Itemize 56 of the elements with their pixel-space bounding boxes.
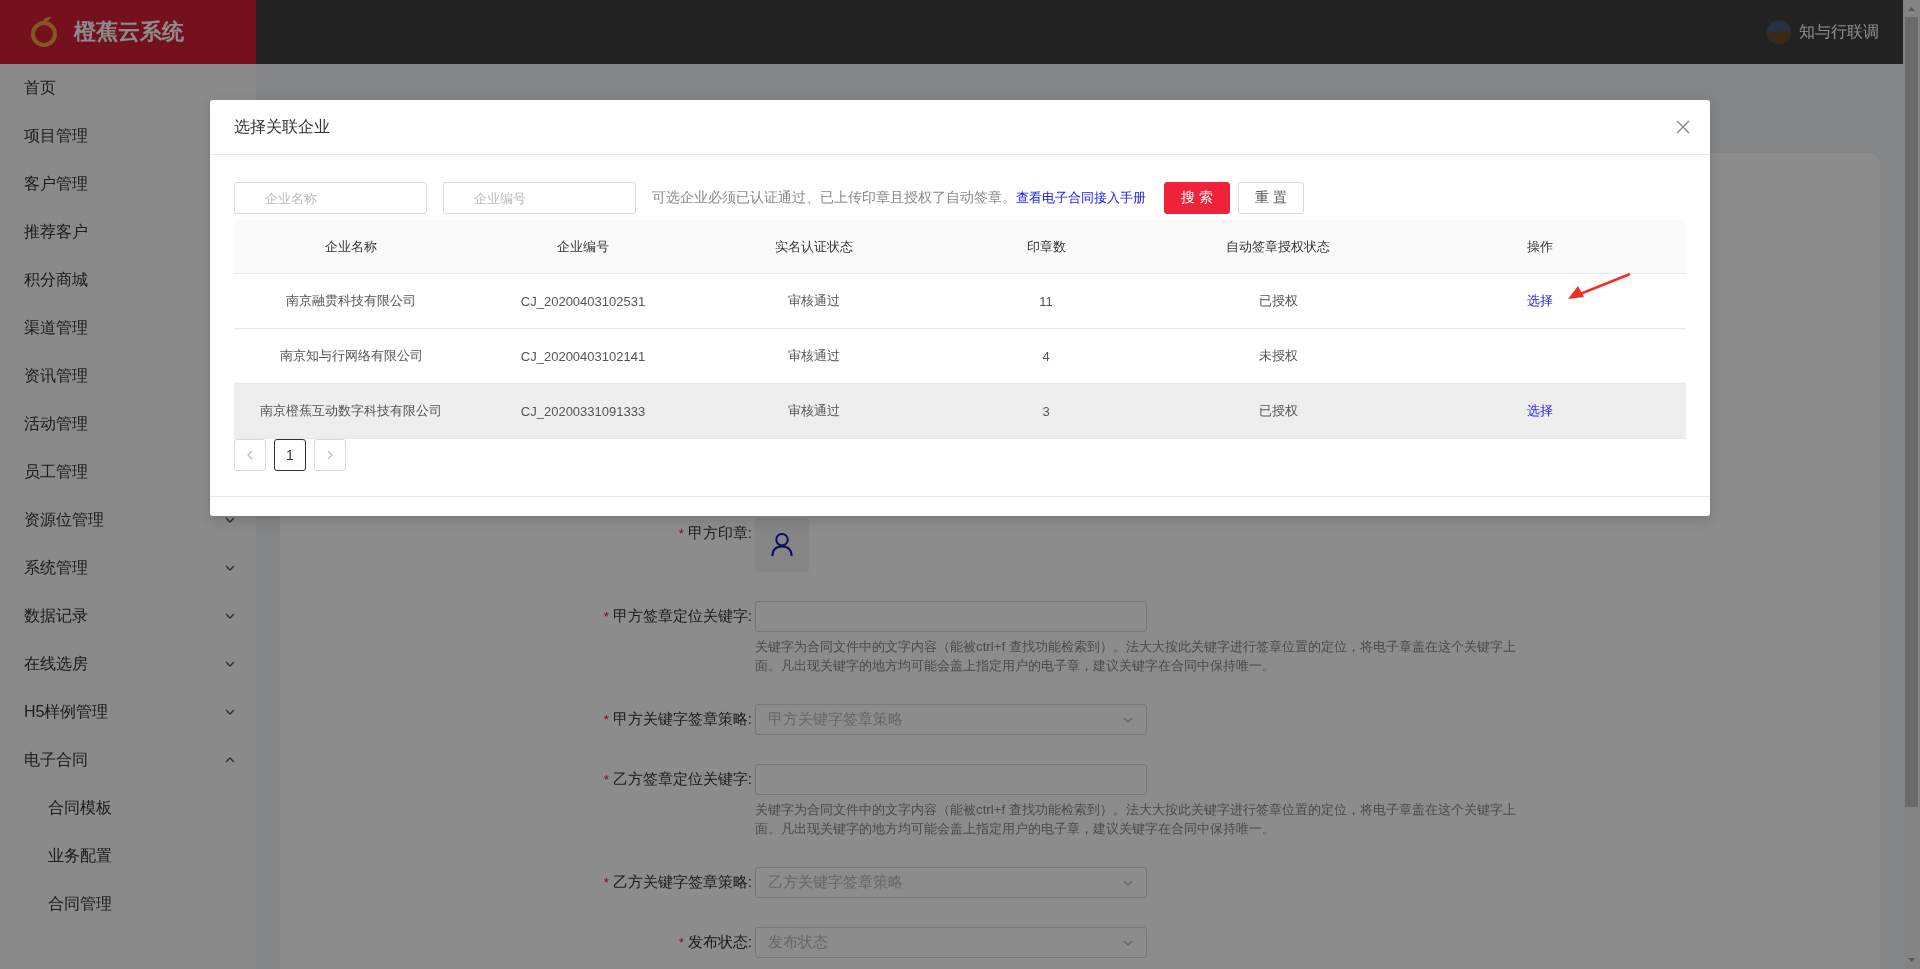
table-cell: 4	[1042, 348, 1050, 364]
column-header: 企业名称	[234, 220, 468, 274]
sidebar-item[interactable]: 在线选房	[0, 640, 256, 688]
table-cell: 已授权	[1258, 292, 1298, 310]
table-cell: 11	[1039, 293, 1053, 309]
sidebar-item[interactable]: 电子合同	[0, 736, 256, 784]
column-header: 操作	[1394, 220, 1686, 274]
user-name[interactable]: 知与行联调	[1799, 21, 1879, 43]
sidebar-item[interactable]: 系统管理	[0, 544, 256, 592]
dialog-title: 选择关联企业	[234, 116, 330, 137]
avatar[interactable]	[1767, 20, 1791, 44]
sidebar-subitem[interactable]: 合同模板	[0, 784, 256, 832]
search-field[interactable]: 企业名称	[234, 182, 427, 214]
column-header: 企业编号	[468, 220, 698, 274]
table-cell: 已授权	[1258, 402, 1298, 420]
field-label: * 甲方关键字签章策略:	[602, 709, 753, 729]
sidebar-subitem[interactable]: 业务配置	[0, 832, 256, 880]
sidebar-item[interactable]: H5样例管理	[0, 688, 256, 736]
table-cell: 南京知与行网络有限公司	[279, 347, 423, 365]
manual-link[interactable]: 查看电子合同接入手册	[1016, 189, 1146, 207]
next-page-button[interactable]	[314, 439, 346, 471]
column-header: 自动签章授权状态	[1162, 220, 1394, 274]
table-cell: 审核通过	[788, 347, 840, 365]
field-label: * 乙方签章定位关键字:	[602, 769, 753, 789]
app-logo-text: 橙蕉云系统	[74, 18, 184, 46]
field-label: * 乙方关键字签章策略:	[602, 872, 753, 892]
sidebar-item[interactable]: 资源位管理	[0, 496, 256, 544]
field-label: * 甲方签章定位关键字:	[602, 606, 753, 626]
table-cell: 南京融贯科技有限公司	[286, 292, 416, 310]
field-label: * 发布状态:	[677, 932, 753, 952]
sidebar-item[interactable]: 数据记录	[0, 592, 256, 640]
field-label: * 甲方印章:	[677, 523, 753, 543]
page-button[interactable]: 1	[274, 439, 306, 471]
select-link[interactable]: 选择	[1527, 292, 1553, 310]
sidebar-subitem[interactable]: 合同管理	[0, 880, 256, 928]
seal-upload[interactable]	[755, 518, 809, 572]
table-cell: CJ_20200403102531	[520, 293, 646, 309]
table-cell: 南京橙蕉互动数字科技有限公司	[260, 402, 442, 420]
arrow-annotation	[1568, 272, 1631, 299]
column-header: 印章数	[930, 220, 1162, 274]
hint-text: 可选企业必须已认证通过、已上传印章且授权了自动签章。	[652, 189, 1016, 207]
column-header: 实名认证状态	[698, 220, 930, 274]
table-cell: CJ_20200403102141	[520, 348, 646, 364]
search-field[interactable]: 企业编号	[443, 182, 636, 214]
table-cell: CJ_20200331091333	[520, 403, 646, 419]
close-icon[interactable]	[1676, 120, 1690, 134]
person-icon	[771, 533, 793, 557]
table-cell: 未授权	[1258, 347, 1298, 365]
reset-button[interactable]: 重 置	[1237, 182, 1304, 214]
table-cell: 审核通过	[788, 402, 840, 420]
prev-page-button[interactable]	[234, 439, 266, 471]
table-cell: 审核通过	[788, 292, 840, 310]
logo-icon	[28, 15, 60, 49]
table-cell: 3	[1042, 403, 1050, 419]
select-link[interactable]: 选择	[1527, 402, 1553, 420]
search-button[interactable]: 搜 索	[1164, 182, 1230, 214]
